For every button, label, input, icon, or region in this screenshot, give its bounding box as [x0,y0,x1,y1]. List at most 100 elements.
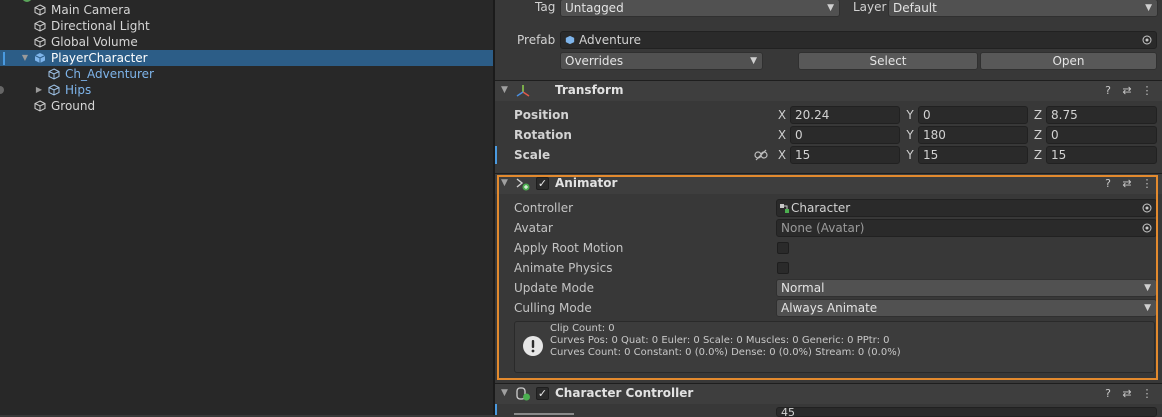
axis-z-label[interactable]: Z [1032,108,1044,122]
character-controller-header[interactable]: ▼ ✓ Character Controller ? ⇄ ⋮ [495,383,1162,404]
hierarchy-item-label: Ground [51,99,96,113]
position-y-field[interactable]: 0 [918,106,1028,124]
overrides-value: Overrides [565,54,624,68]
scale-z-field[interactable]: 15 [1046,146,1157,164]
hierarchy-item-label: PlayerCharacter [51,51,148,65]
info-line-curves-count: Curves Count: 0 Constant: 0 (0.0%) Dense… [550,347,901,358]
gameobject-cube-icon [48,84,60,96]
hierarchy-item-playercharacter[interactable]: ▼ PlayerCharacter [0,50,493,66]
hierarchy-item-label: Hips [65,83,92,97]
culling-mode-value: Always Animate [781,301,878,315]
select-button[interactable]: Select [798,52,978,70]
update-mode-label: Update Mode [514,281,594,295]
position-z-field[interactable]: 8.75 [1046,106,1157,124]
apply-root-motion-label: Apply Root Motion [514,241,624,255]
controller-field[interactable]: Character [776,199,1157,217]
scale-label: Scale [514,148,551,162]
expand-arrow-icon[interactable]: ▶ [34,82,44,98]
hierarchy-item-global-volume[interactable]: Global Volume [0,34,493,50]
update-mode-value: Normal [781,281,825,295]
character-controller-icon [516,387,530,401]
scale-x-field[interactable]: 15 [790,146,900,164]
hierarchy-item-directional-light[interactable]: Directional Light [0,18,493,34]
hierarchy-item-label: Main Camera [51,3,131,17]
gameobject-cube-icon [34,100,46,112]
animate-physics-checkbox[interactable] [777,262,789,274]
prefab-label: Prefab [517,33,556,47]
prefab-cube-icon [34,53,46,63]
chevron-down-icon: ▼ [1145,3,1152,13]
hierarchy-item-ch-adventurer[interactable]: Ch_Adventurer [0,66,493,82]
avatar-field[interactable]: None (Avatar) [776,219,1157,237]
slope-limit-field[interactable]: 45 [776,407,1157,417]
rotation-label: Rotation [514,128,572,142]
axis-y-label[interactable]: Y [904,128,916,142]
layer-label: Layer [853,0,887,14]
axis-z-label[interactable]: Z [1032,128,1044,142]
animator-header[interactable]: ▼ ✓ Animator ? ⇄ ⋮ [495,173,1162,194]
character-controller-enabled-checkbox[interactable]: ✓ [536,387,549,400]
animator-title: Animator [555,176,618,190]
character-controller-title: Character Controller [555,386,694,400]
rotation-y-field[interactable]: 180 [918,126,1028,144]
object-picker-icon[interactable] [1142,35,1152,45]
chevron-down-icon: ▼ [1144,303,1151,313]
slope-limit-value: 45 [781,407,795,417]
object-picker-icon[interactable] [1142,203,1152,213]
transform-title: Transform [555,83,624,97]
hierarchy-item-label: Ch_Adventurer [65,67,154,81]
expand-arrow-icon[interactable]: ▼ [20,50,30,66]
animator-icon [516,178,530,191]
slope-limit-label-partial [514,409,574,415]
more-options-icon[interactable]: ⋮ [1140,174,1154,194]
presets-icon[interactable]: ⇄ [1120,81,1134,101]
hierarchy-item-ground[interactable]: Ground [0,98,493,114]
overrides-dropdown[interactable]: Overrides ▼ [560,52,763,70]
open-button[interactable]: Open [980,52,1157,70]
axis-x-label[interactable]: X [776,128,788,142]
more-options-icon[interactable]: ⋮ [1140,81,1154,101]
foldout-arrow-icon[interactable]: ▼ [501,85,508,95]
hierarchy-item-label: Global Volume [51,35,138,49]
prefab-field[interactable]: Adventure [560,31,1157,49]
tag-dropdown[interactable]: Untagged ▼ [560,0,840,17]
rotation-z-field[interactable]: 0 [1046,126,1157,144]
modified-marker [495,146,497,164]
axis-z-label[interactable]: Z [1032,148,1044,162]
constrain-proportions-icon[interactable] [754,149,768,161]
axis-y-label[interactable]: Y [904,148,916,162]
axis-x-label[interactable]: X [776,148,788,162]
presets-icon[interactable]: ⇄ [1120,174,1134,194]
help-icon[interactable]: ? [1101,81,1115,101]
layer-dropdown[interactable]: Default ▼ [888,0,1158,17]
culling-mode-dropdown[interactable]: Always Animate ▼ [776,299,1157,317]
animator-controller-icon [780,204,789,213]
presets-icon[interactable]: ⇄ [1120,384,1134,404]
hierarchy-item-hips[interactable]: ▶ Hips [0,82,493,98]
hierarchy-panel: Main Camera Directional Light Global Vol… [0,0,493,415]
help-icon[interactable]: ? [1101,174,1115,194]
controller-value: Character [791,201,851,215]
animate-physics-label: Animate Physics [514,261,613,275]
rotation-x-field[interactable]: 0 [790,126,900,144]
hierarchy-item-main-camera[interactable]: Main Camera [0,2,493,18]
prefab-value: Adventure [579,33,642,47]
scale-y-field[interactable]: 15 [918,146,1028,164]
position-x-field[interactable]: 20.24 [790,106,900,124]
foldout-arrow-icon[interactable]: ▼ [501,388,508,398]
transform-header[interactable]: ▼ Transform ? ⇄ ⋮ [495,80,1162,101]
gameobject-cube-icon [34,36,46,48]
gameobject-cube-icon [34,4,46,16]
foldout-arrow-icon[interactable]: ▼ [501,178,508,188]
update-mode-dropdown[interactable]: Normal ▼ [776,279,1157,297]
animator-enabled-checkbox[interactable]: ✓ [536,177,549,190]
axis-x-label[interactable]: X [776,108,788,122]
avatar-label: Avatar [514,221,553,235]
axis-y-label[interactable]: Y [904,108,916,122]
info-line-clip-count: Clip Count: 0 [550,323,615,334]
apply-root-motion-checkbox[interactable] [777,242,789,254]
object-picker-icon[interactable] [1142,223,1152,233]
more-options-icon[interactable]: ⋮ [1140,384,1154,404]
help-icon[interactable]: ? [1101,384,1115,404]
hierarchy-item-label: Directional Light [51,19,150,33]
